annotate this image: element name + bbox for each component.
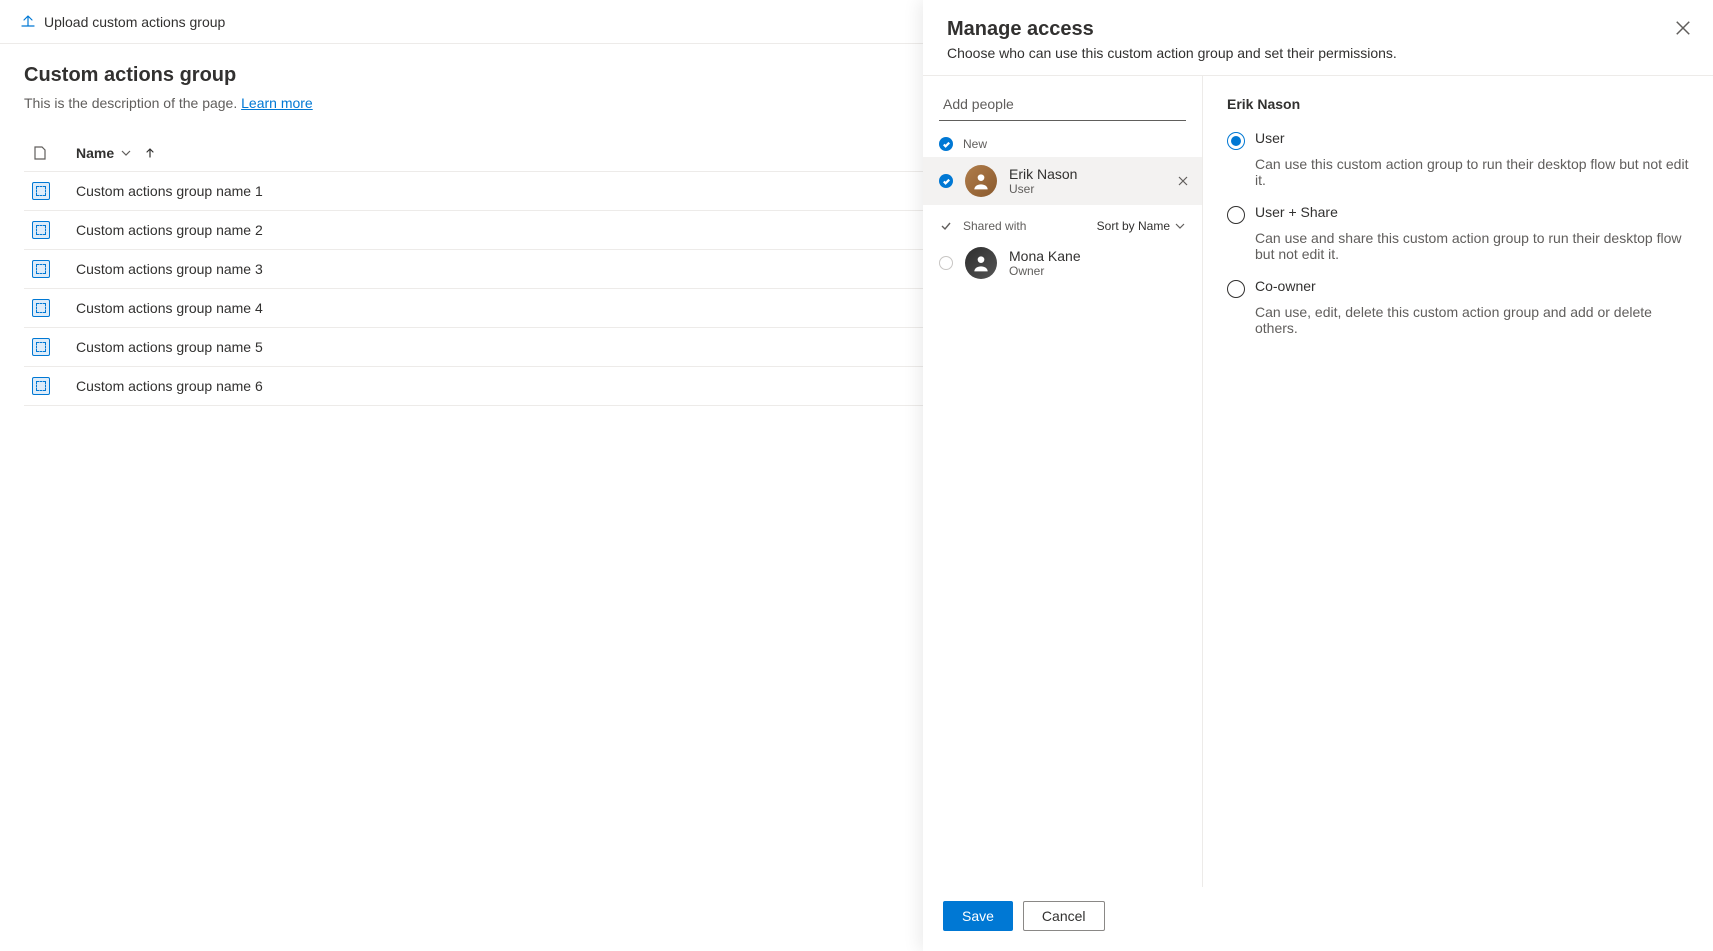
people-column: New Erik Nason User bbox=[923, 76, 1203, 887]
file-icon bbox=[32, 145, 48, 161]
section-shared-header[interactable]: Shared with Sort by Name bbox=[923, 213, 1202, 239]
perm-desc-user: Can use this custom action group to run … bbox=[1255, 156, 1689, 188]
panel-header: Manage access Choose who can use this cu… bbox=[923, 0, 1713, 76]
th-file-icon[interactable] bbox=[24, 135, 68, 172]
panel-footer: Save Cancel bbox=[923, 887, 1713, 951]
checkmark-icon bbox=[939, 219, 953, 233]
group-icon bbox=[32, 299, 50, 317]
person-row-erik[interactable]: Erik Nason User bbox=[923, 157, 1202, 205]
save-button[interactable]: Save bbox=[943, 901, 1013, 931]
radio-user-share[interactable] bbox=[1227, 206, 1245, 224]
panel-subtitle: Choose who can use this custom action gr… bbox=[947, 45, 1689, 61]
group-icon bbox=[32, 260, 50, 278]
person-name: Erik Nason bbox=[1009, 166, 1077, 182]
person-role: Owner bbox=[1009, 264, 1081, 278]
panel-body: New Erik Nason User bbox=[923, 76, 1713, 887]
perm-option-user-share[interactable]: User + Share bbox=[1227, 204, 1689, 224]
cancel-button[interactable]: Cancel bbox=[1023, 901, 1105, 931]
remove-person-icon[interactable] bbox=[1176, 174, 1190, 188]
person-role: User bbox=[1009, 182, 1077, 196]
unchecked-badge-icon bbox=[939, 256, 953, 270]
chevron-down-icon bbox=[1174, 220, 1186, 232]
check-badge-icon bbox=[939, 174, 953, 188]
perm-option-user[interactable]: User bbox=[1227, 130, 1689, 150]
person-row-mona[interactable]: Mona Kane Owner bbox=[923, 239, 1202, 287]
perm-desc-coowner: Can use, edit, delete this custom action… bbox=[1255, 304, 1689, 336]
panel-title: Manage access bbox=[947, 18, 1689, 41]
group-icon bbox=[32, 377, 50, 395]
close-icon[interactable] bbox=[1673, 18, 1693, 38]
group-icon bbox=[32, 182, 50, 200]
chevron-down-icon bbox=[120, 147, 132, 159]
learn-more-link[interactable]: Learn more bbox=[241, 95, 313, 111]
perm-option-coowner[interactable]: Co-owner bbox=[1227, 278, 1689, 298]
perm-desc-user-share: Can use and share this custom action gro… bbox=[1255, 230, 1689, 262]
permissions-column: Erik Nason User Can use this custom acti… bbox=[1203, 76, 1713, 887]
radio-user[interactable] bbox=[1227, 132, 1245, 150]
avatar bbox=[965, 247, 997, 279]
add-people-input[interactable] bbox=[939, 88, 1186, 121]
sort-by-link[interactable]: Sort by Name bbox=[1097, 219, 1186, 233]
section-new-header[interactable]: New bbox=[923, 131, 1202, 157]
upload-label: Upload custom actions group bbox=[44, 14, 225, 30]
group-icon bbox=[32, 338, 50, 356]
upload-icon bbox=[20, 14, 36, 30]
permissions-for-title: Erik Nason bbox=[1227, 96, 1689, 112]
manage-access-panel: Manage access Choose who can use this cu… bbox=[923, 0, 1713, 951]
check-badge-icon bbox=[939, 137, 953, 151]
radio-coowner[interactable] bbox=[1227, 280, 1245, 298]
sort-arrow-up-icon bbox=[144, 147, 156, 159]
avatar bbox=[965, 165, 997, 197]
upload-button[interactable]: Upload custom actions group bbox=[20, 14, 225, 30]
group-icon bbox=[32, 221, 50, 239]
person-name: Mona Kane bbox=[1009, 248, 1081, 264]
